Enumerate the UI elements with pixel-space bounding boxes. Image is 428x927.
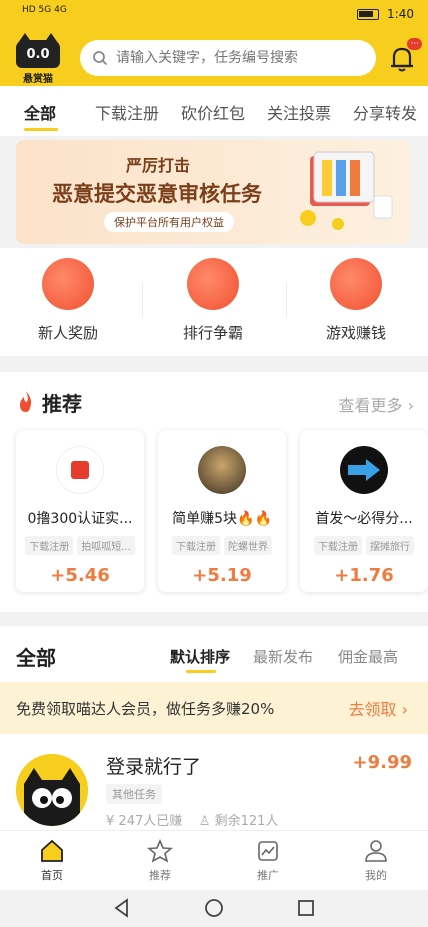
- active-tab-indicator: [24, 128, 58, 131]
- star-icon: [147, 839, 173, 863]
- app-logo[interactable]: 0.0 悬赏猫: [16, 33, 60, 85]
- recommend-section: 推荐 查看更多 › 0撸300认证实... 下载注册 拍呱呱短... +5.46 …: [0, 372, 428, 612]
- quick-game-earn[interactable]: 游戏赚钱: [296, 258, 416, 343]
- tab-download-register[interactable]: 下载注册: [95, 100, 159, 124]
- divider: [286, 282, 287, 318]
- task-tag: 其他任务: [106, 784, 162, 804]
- system-nav-bar: [0, 890, 428, 927]
- list-title: 全部: [16, 646, 56, 670]
- chevron-right-icon: ›: [407, 396, 414, 415]
- avatar: [16, 754, 88, 826]
- tab-promote[interactable]: 推广: [228, 839, 308, 883]
- gamepad-icon: [330, 258, 382, 310]
- search-box[interactable]: [80, 40, 376, 76]
- search-icon: [93, 51, 108, 66]
- recommend-card[interactable]: 简单赚5块🔥🔥 下载注册 陀螺世界 +5.19: [158, 430, 286, 592]
- notification-button[interactable]: ···: [388, 38, 422, 74]
- notification-badge: ···: [407, 38, 422, 50]
- search-input[interactable]: [116, 50, 356, 66]
- chart-icon: [187, 258, 239, 310]
- tab-all[interactable]: 全部: [24, 100, 56, 124]
- category-tabs: 全部 下载注册 砍价红包 关注投票 分享转发: [0, 86, 428, 136]
- bottom-tab-bar: 首页 推荐 推广 我的: [0, 830, 428, 890]
- fire-icon: [20, 391, 32, 412]
- tab-mine[interactable]: 我的: [336, 839, 416, 883]
- home-icon: [41, 839, 63, 862]
- task-item[interactable]: 登录就行了 其他任务 +9.99 ¥ 247人已赚 ♙ 剩余121人: [0, 744, 428, 830]
- quick-newbie-reward[interactable]: 新人奖励: [8, 258, 128, 343]
- reward-price: +5.46: [50, 565, 110, 586]
- vip-promo-bar[interactable]: 免费领取喵达人会员，做任务多赚20% 去领取 ›: [0, 682, 428, 734]
- task-price: +9.99: [352, 752, 413, 773]
- banner-line3: 保护平台所有用户权益: [104, 212, 234, 232]
- claim-button[interactable]: 去领取 ›: [349, 696, 409, 720]
- user-icon: ♙: [198, 814, 211, 829]
- back-icon[interactable]: [112, 898, 132, 918]
- tab-share-forward[interactable]: 分享转发: [353, 100, 417, 124]
- sort-newest[interactable]: 最新发布: [253, 646, 313, 667]
- quick-ranking[interactable]: 排行争霸: [153, 258, 273, 343]
- app-logo-icon: [71, 461, 89, 479]
- task-avatar: [198, 446, 246, 494]
- banner-line1: 严厉打击: [126, 156, 191, 175]
- active-sort-indicator: [186, 670, 216, 673]
- tab-home[interactable]: 首页: [12, 839, 92, 883]
- tab-follow-vote[interactable]: 关注投票: [267, 100, 331, 124]
- status-time: 1:40: [387, 7, 414, 21]
- task-list-section: 全部 默认排序 最新发布 佣金最高 免费领取喵达人会员，做任务多赚20% 去领取…: [0, 626, 428, 830]
- sort-default[interactable]: 默认排序: [170, 646, 230, 667]
- cat-avatar-icon: [16, 754, 88, 826]
- logo-caption: 悬赏猫: [23, 74, 53, 85]
- see-more-link[interactable]: 查看更多 ›: [338, 392, 414, 416]
- promo-text: 免费领取喵达人会员，做任务多赚20%: [16, 700, 275, 718]
- user-icon: [365, 840, 387, 862]
- quick-entries: 新人奖励 排行争霸 游戏赚钱: [0, 248, 428, 356]
- tab-bargain-redpacket[interactable]: 砍价红包: [181, 100, 245, 124]
- task-avatar: [340, 446, 388, 494]
- task-title: 登录就行了: [106, 756, 202, 778]
- reward-price: +5.19: [192, 565, 252, 586]
- home-circle-icon[interactable]: [204, 898, 224, 918]
- cat-logo-icon: 0.0: [16, 33, 60, 68]
- arrow-right-icon: [348, 459, 380, 481]
- tab-recommend[interactable]: 推荐: [120, 839, 200, 883]
- recommend-card[interactable]: 0撸300认证实... 下载注册 拍呱呱短... +5.46: [16, 430, 144, 592]
- announcement-banner[interactable]: 严厉打击 恶意提交恶意审核任务 保护平台所有用户权益: [16, 140, 410, 244]
- network-indicators: HD 5G 4G: [22, 5, 67, 15]
- header: 0.0 悬赏猫 ···: [0, 32, 428, 86]
- task-avatar: [56, 446, 104, 494]
- yen-icon: ¥: [106, 814, 115, 829]
- recommend-card[interactable]: 首发～必得分... 下载注册 摆摊旅行 +1.76: [300, 430, 428, 592]
- recommend-title: 推荐: [42, 392, 82, 416]
- chart-icon: [258, 841, 278, 861]
- battery-icon: [357, 8, 380, 20]
- task-meta: ¥ 247人已赚 ♙ 剩余121人: [106, 814, 279, 829]
- sort-commission[interactable]: 佣金最高: [338, 646, 398, 667]
- reward-price: +1.76: [334, 565, 394, 586]
- status-bar: HD 5G 4G 1:40: [0, 0, 428, 32]
- divider: [142, 282, 143, 318]
- recents-icon[interactable]: [296, 898, 316, 918]
- gift-icon: [42, 258, 94, 310]
- banner-illustration-icon: [300, 151, 393, 230]
- banner-line2: 恶意提交恶意审核任务: [52, 182, 262, 206]
